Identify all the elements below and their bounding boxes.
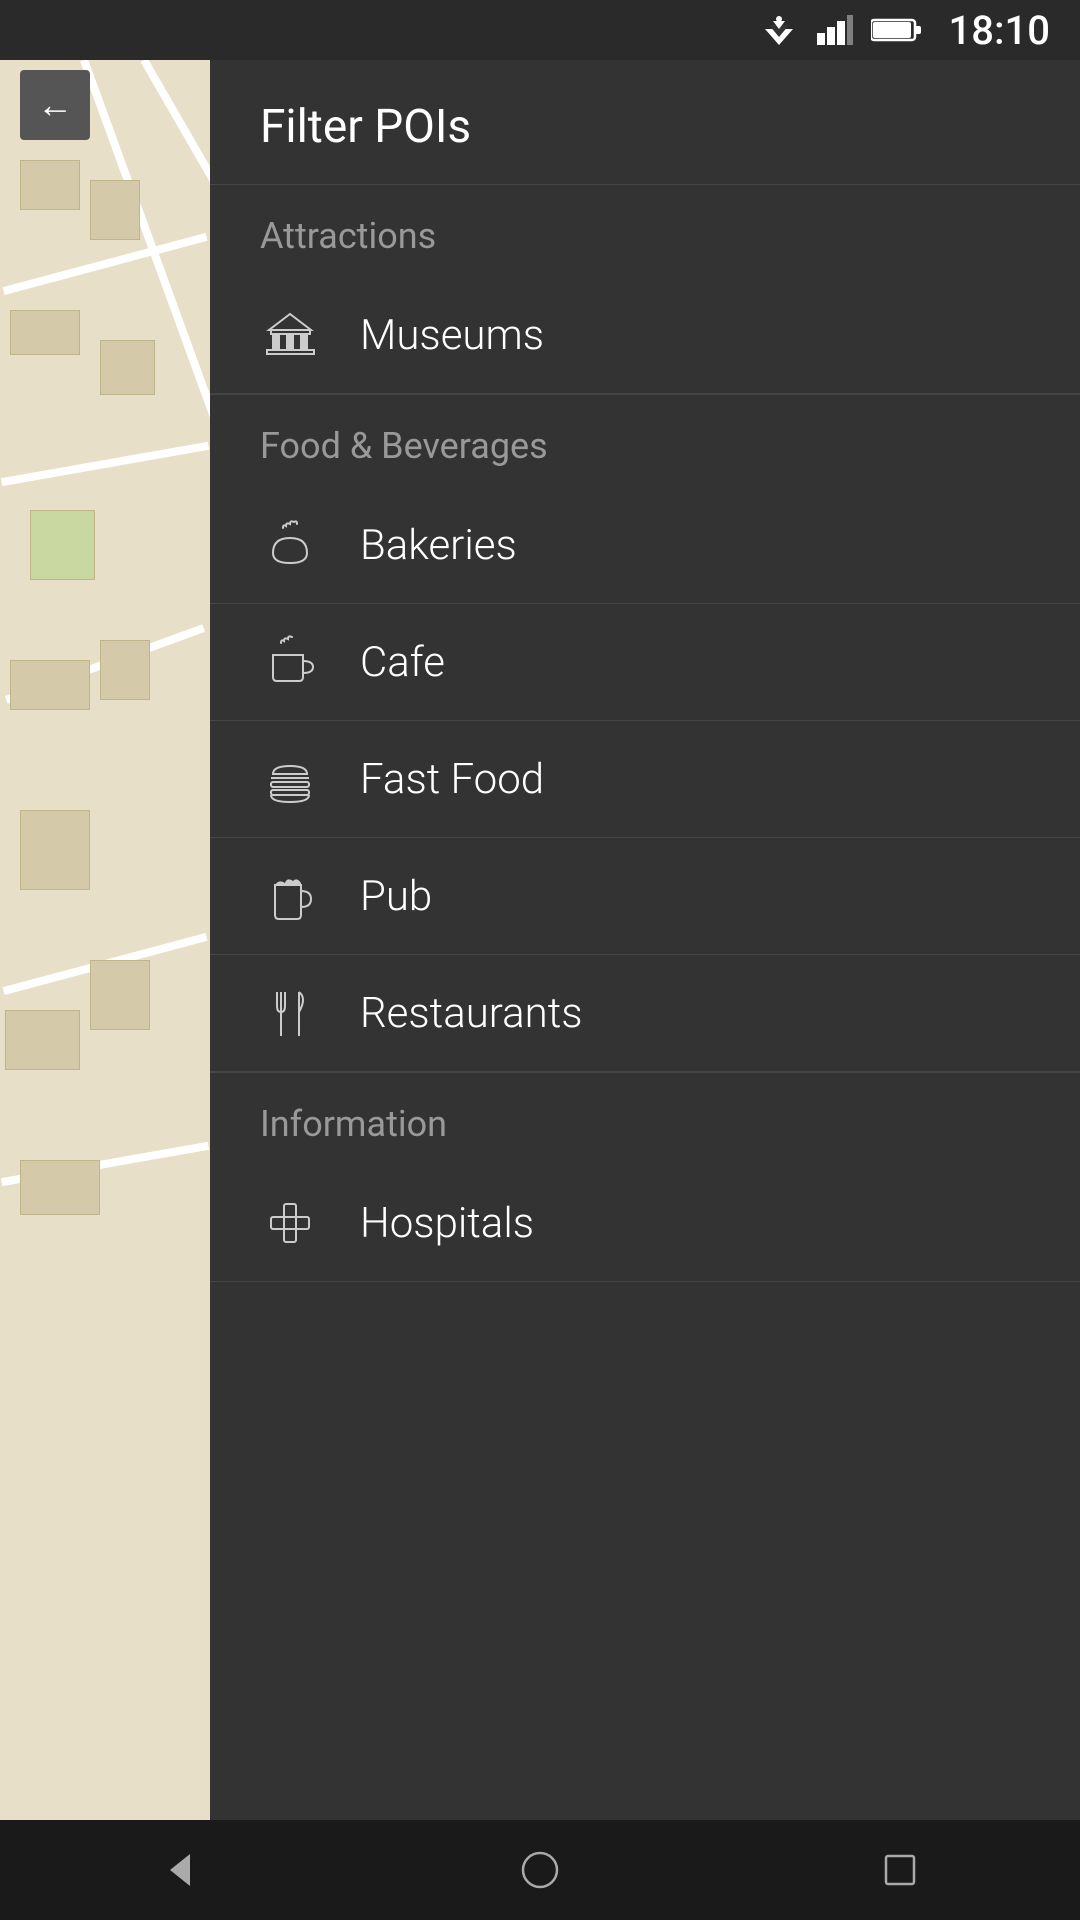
back-arrow-icon: ← [37, 84, 73, 126]
nav-recent-button[interactable] [860, 1830, 940, 1910]
section-information: Information [210, 1073, 1080, 1165]
fastfood-icon [260, 749, 320, 809]
hospital-icon [260, 1193, 320, 1253]
fast-food-label: Fast Food [360, 755, 544, 804]
bakery-icon [260, 515, 320, 575]
panel-header: Filter POIs [210, 60, 1080, 185]
cafe-icon [260, 632, 320, 692]
wifi-icon [759, 15, 799, 45]
restaurant-icon [260, 983, 320, 1043]
status-bar: 18:10 [0, 0, 1080, 60]
panel-title: Filter POIs [260, 100, 471, 154]
pub-icon [260, 866, 320, 926]
menu-item-museums[interactable]: Museums [210, 277, 1080, 394]
menu-item-bakeries[interactable]: Bakeries [210, 487, 1080, 604]
hospitals-label: Hospitals [360, 1199, 534, 1248]
menu-item-hospitals[interactable]: Hospitals [210, 1165, 1080, 1282]
museum-icon [260, 305, 320, 365]
museums-label: Museums [360, 311, 544, 360]
section-attractions: Attractions [210, 185, 1080, 277]
signal-icon [817, 15, 853, 45]
section-food-beverages: Food & Beverages [210, 395, 1080, 487]
battery-icon [871, 16, 921, 44]
map-background [0, 60, 210, 1820]
menu-item-restaurants[interactable]: Restaurants [210, 955, 1080, 1072]
bakeries-label: Bakeries [360, 521, 517, 570]
nav-back-button[interactable] [140, 1830, 220, 1910]
status-time: 18:10 [949, 7, 1050, 54]
menu-item-cafe[interactable]: Cafe [210, 604, 1080, 721]
cafe-label: Cafe [360, 638, 445, 687]
bottom-nav [0, 1820, 1080, 1920]
menu-item-fast-food[interactable]: Fast Food [210, 721, 1080, 838]
side-panel: Filter POIs Attractions Museums Food & B… [210, 60, 1080, 1820]
status-icons: 18:10 [759, 7, 1050, 54]
pub-label: Pub [360, 872, 432, 921]
back-button[interactable]: ← [20, 70, 90, 140]
menu-item-pub[interactable]: Pub [210, 838, 1080, 955]
restaurants-label: Restaurants [360, 989, 583, 1038]
nav-home-button[interactable] [500, 1830, 580, 1910]
